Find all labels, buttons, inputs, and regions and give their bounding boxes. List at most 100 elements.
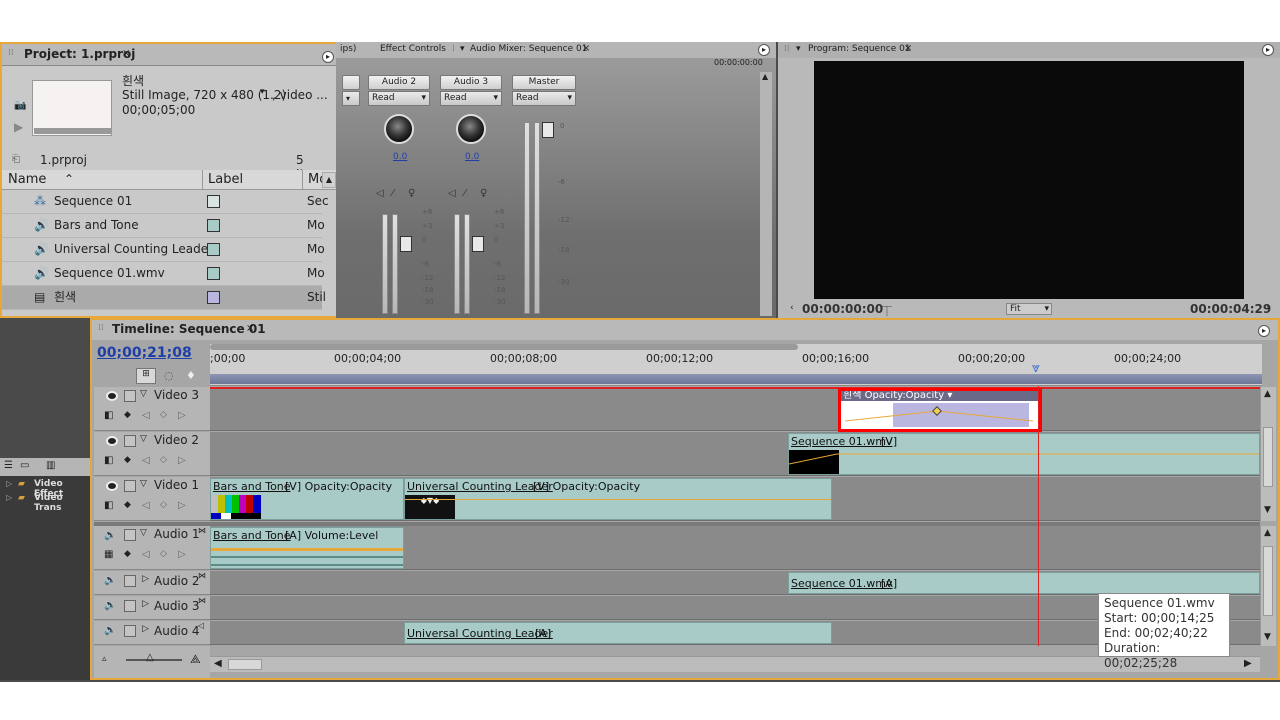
clip-v1-counting-leader[interactable]: Universal Counting Leader [V] Opacity:Op… <box>404 478 832 520</box>
track-name[interactable]: Video 2 <box>154 433 199 447</box>
panel-menu-icon[interactable]: ▸ <box>1262 44 1274 56</box>
zoom-right-icon[interactable]: › <box>1266 303 1270 313</box>
playhead-line[interactable] <box>1038 386 1039 646</box>
channel-name-audio2[interactable]: Audio 2 <box>368 75 430 90</box>
collapse-arrow-icon[interactable]: ▽ <box>140 434 147 444</box>
track-name[interactable]: Audio 3 <box>154 599 200 613</box>
scroll-up-icon[interactable]: ▲ <box>322 172 336 188</box>
collapse-arrow-icon[interactable]: ▽ <box>140 528 147 538</box>
program-close-icon[interactable]: × <box>904 43 912 54</box>
tab-effect-controls[interactable]: Effect Controls <box>380 44 446 54</box>
video-transitions-folder[interactable]: Video Trans <box>34 493 90 513</box>
list-view-icon[interactable]: ☰ <box>4 460 13 471</box>
clip-v1-bars-and-tone[interactable]: Bars and Tone [V] Opacity:Opacity <box>210 478 404 520</box>
scroll-thumb[interactable] <box>1263 546 1273 616</box>
label-swatch[interactable] <box>207 291 220 304</box>
mute-speaker-icon[interactable]: ◁ <box>448 188 456 199</box>
mixer-scrollbar[interactable]: ▲ <box>760 72 772 316</box>
dropdown-arrow-icon[interactable]: ▾ <box>796 44 801 54</box>
keyframes-icon[interactable]: ◆ <box>124 410 131 420</box>
project-close-icon[interactable]: × <box>122 48 130 59</box>
keyframes-icon[interactable]: ◆ <box>124 549 131 559</box>
label-swatch[interactable] <box>207 195 220 208</box>
work-area-bar[interactable] <box>210 344 798 350</box>
track-name[interactable]: Audio 1 <box>154 527 200 541</box>
scroll-up-icon[interactable]: ▲ <box>762 72 768 81</box>
list-item[interactable]: ▤ 흰색 Stil <box>2 286 326 310</box>
next-keyframe-icon[interactable]: ▷ <box>178 410 186 421</box>
scroll-up-icon[interactable]: ▲ <box>1264 389 1271 399</box>
lock-track-toggle[interactable] <box>124 575 136 587</box>
label-swatch[interactable] <box>207 243 220 256</box>
next-keyframe-icon[interactable]: ▷ <box>178 549 186 560</box>
list-item[interactable]: 🔊 Sequence 01.wmv Mo <box>2 262 325 286</box>
display-style-icon[interactable]: ◧ <box>104 455 113 466</box>
track-name[interactable]: Video 1 <box>154 478 199 492</box>
scroll-thumb[interactable] <box>228 659 262 670</box>
mode-dropdown[interactable]: ▾ <box>342 91 360 106</box>
clip-a1-bars-and-tone[interactable]: Bars and Tone [A] Volume:Level <box>210 527 404 569</box>
sort-ascending-icon[interactable]: ⌃ <box>64 170 74 189</box>
pan-value[interactable]: 0.0 <box>465 152 479 162</box>
collapse-arrow-icon[interactable]: ▽ <box>140 479 147 489</box>
record-mic-icon[interactable]: ♀ <box>480 188 487 199</box>
timeline-h-scrollbar[interactable]: ◀ ▶ <box>210 656 1260 672</box>
scroll-thumb[interactable] <box>1263 427 1273 487</box>
opacity-rubber-band[interactable] <box>405 499 831 500</box>
volume-rubber-band[interactable] <box>211 548 403 551</box>
program-timecode-current[interactable]: 00:00:00:00 <box>802 302 883 316</box>
dropdown-arrow-icon[interactable]: ▾ <box>1044 304 1049 314</box>
tab-partial[interactable]: ips) <box>340 44 356 54</box>
solo-icon[interactable]: ⁄ <box>392 188 394 199</box>
waveform-icon[interactable]: ▦ <box>104 549 113 560</box>
toggle-output-eye-icon[interactable] <box>106 436 118 446</box>
channel-name-master[interactable]: Master <box>512 75 576 90</box>
clip-a2-sequence-wmv[interactable]: Sequence 01.wmv [A] <box>788 572 1260 594</box>
next-keyframe-icon[interactable]: ▷ <box>178 500 186 511</box>
encore-marker-icon[interactable]: ♦ <box>186 369 196 382</box>
zoom-slider[interactable] <box>126 659 182 661</box>
ruler-scale-bar[interactable] <box>210 374 1262 384</box>
lock-track-toggle[interactable] <box>124 435 136 447</box>
scroll-down-icon[interactable]: ▼ <box>1264 505 1271 515</box>
scroll-right-icon[interactable]: ▶ <box>1244 658 1252 669</box>
prev-keyframe-icon[interactable]: ◁ <box>142 455 150 466</box>
dropdown-arrow-icon[interactable]: ▾ <box>493 92 498 105</box>
prev-keyframe-icon[interactable]: ◁ <box>142 500 150 511</box>
icon-view-icon[interactable]: ▭ <box>20 460 29 471</box>
track-area-video3[interactable] <box>210 387 1260 431</box>
video-tracks-scrollbar[interactable]: ▲ ▼ <box>1260 387 1276 521</box>
camera-icon[interactable]: 📷 <box>14 100 26 111</box>
zoom-fit-dropdown[interactable]: Fit ▾ <box>1006 303 1052 315</box>
expand-arrow-icon[interactable]: ▷ <box>142 624 149 634</box>
add-keyframe-icon[interactable]: ◇ <box>160 549 167 559</box>
snap-icon[interactable]: ⊞ <box>136 368 156 384</box>
display-style-icon[interactable]: ◧ <box>104 500 113 511</box>
bin-up-icon[interactable]: ⎗ <box>12 154 20 165</box>
new-bin-icon[interactable]: ▥ <box>46 460 55 471</box>
panel-menu-icon[interactable]: ▸ <box>1258 325 1270 337</box>
pan-knob[interactable] <box>456 114 486 144</box>
master-fader[interactable] <box>542 122 554 138</box>
pan-value[interactable]: 0.0 <box>393 152 407 162</box>
toggle-output-eye-icon[interactable] <box>106 391 118 401</box>
label-column-header[interactable]: Label <box>208 170 243 189</box>
timeline-tab-title[interactable]: Timeline: Sequence 01 <box>112 322 266 336</box>
lock-track-toggle[interactable] <box>124 390 136 402</box>
dropdown-arrow-icon[interactable]: ▾ <box>260 87 265 97</box>
scroll-left-icon[interactable]: ◀ <box>214 658 222 669</box>
dropdown-arrow-icon[interactable]: ▾ <box>421 92 426 105</box>
automation-mode-audio2[interactable]: Read ▾ <box>368 91 430 106</box>
audio-tracks-scrollbar[interactable]: ▲ ▼ <box>1260 526 1276 646</box>
mixer-close-icon[interactable]: × <box>582 43 590 54</box>
add-keyframe-icon[interactable]: ◇ <box>160 500 167 510</box>
prev-keyframe-icon[interactable]: ◁ <box>142 549 150 560</box>
automation-mode-master[interactable]: Read ▾ <box>512 91 576 106</box>
dropdown-arrow-icon[interactable]: ▾ <box>460 44 465 54</box>
set-marker-icon[interactable]: ◌ <box>164 369 174 382</box>
add-keyframe-icon[interactable]: ◇ <box>160 410 167 420</box>
automation-mode-audio3[interactable]: Read ▾ <box>440 91 502 106</box>
time-ruler[interactable]: ;00;00 00;00;04;00 00;00;08;00 00;00;12;… <box>210 344 1262 386</box>
display-style-icon[interactable]: ◧ <box>104 410 113 421</box>
playhead-icon[interactable]: ⩔ <box>1032 360 1040 376</box>
